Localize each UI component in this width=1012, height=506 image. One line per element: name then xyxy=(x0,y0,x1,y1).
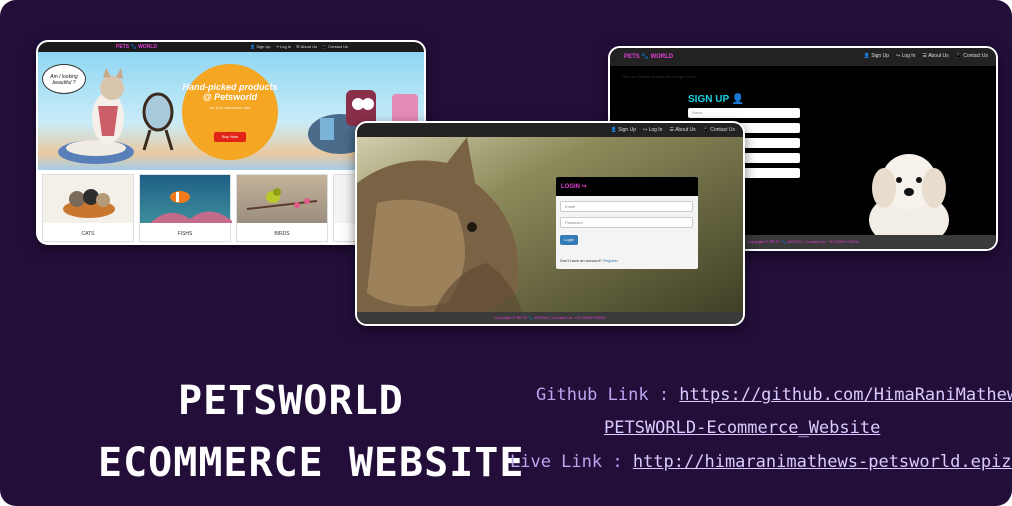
login-form: LOGIN ↪ Email Password Login Don't have … xyxy=(556,177,698,269)
breadcrumb: Get Live Rabbit Wooden Box Cage Bench xyxy=(622,74,697,79)
fish-image xyxy=(140,175,232,223)
nav-signup[interactable]: 👤 Sign Up xyxy=(864,53,889,59)
nav-signup[interactable]: 👤 Sign Up xyxy=(611,127,636,133)
login-heading: LOGIN ↪ xyxy=(556,177,698,196)
cats-image xyxy=(43,175,133,223)
project-title-line1: PETSWORLD xyxy=(178,378,404,424)
live-link-line: Live Link : http://himaranimathews-petsw… xyxy=(510,452,1012,472)
nav-contact[interactable]: 📱 Contact Us xyxy=(956,53,988,59)
nav-login[interactable]: ↪ Log In xyxy=(276,44,292,49)
speech-bubble: Am I looking beautiful ? xyxy=(42,64,86,94)
category-label: FISHS xyxy=(177,231,193,237)
category-label: BIRDS xyxy=(274,231,290,237)
github-label: Github Link : xyxy=(536,385,680,405)
nav-links: 👤 Sign Up ↪ Log In ☰ About Us 📱 Contact … xyxy=(250,44,348,49)
promo-badge: Hand-picked products @ Petsworld for you… xyxy=(182,64,278,160)
navbar: 👤 Sign Up ↪ Log In ☰ About Us 📱 Contact … xyxy=(357,123,743,137)
github-link-line2: PETSWORLD-Ecommerce_Website xyxy=(604,418,880,438)
category-cats[interactable]: CATS xyxy=(42,174,134,242)
nav-login[interactable]: ↪ Log In xyxy=(643,127,662,133)
mirror-image xyxy=(142,92,174,151)
user-plus-icon: 👤 xyxy=(731,94,745,105)
nav-signup[interactable]: 👤 Sign Up xyxy=(250,44,270,49)
nav-contact[interactable]: 📱 Contact Us xyxy=(703,127,735,133)
nav-about[interactable]: ☰ About Us xyxy=(922,53,948,59)
nav-about[interactable]: ☰ About Us xyxy=(669,127,695,133)
navbar: PETS 🐾 WORLD 👤 Sign Up ↪ Log In ☰ About … xyxy=(38,42,424,52)
brand-logo[interactable]: PETS 🐾 WORLD xyxy=(624,53,673,60)
nav-links: 👤 Sign Up ↪ Log In ☰ About Us 📱 Contact … xyxy=(611,127,735,133)
sign-in-icon: ↪ xyxy=(581,184,587,190)
project-title-line2: ECOMMERCE WEBSITE xyxy=(98,440,525,486)
category-fishs[interactable]: FISHS xyxy=(139,174,232,242)
login-button[interactable]: Login xyxy=(560,235,578,245)
brand-logo[interactable]: PETS 🐾 WORLD xyxy=(116,44,157,50)
name-field[interactable]: Name xyxy=(688,108,800,118)
puppy-image xyxy=(869,154,949,248)
nav-contact[interactable]: 📱 Contact Us xyxy=(322,44,348,49)
signup-title: SIGN UP 👤 xyxy=(688,94,745,105)
buy-now-button[interactable]: Buy Now xyxy=(214,132,246,142)
github-url-continued[interactable]: PETSWORLD-Ecommerce_Website xyxy=(604,418,880,438)
category-birds[interactable]: BIRDS xyxy=(236,174,328,242)
register-prompt: Don't have an account? Register xyxy=(560,258,618,263)
nav-about[interactable]: ☰ About Us xyxy=(296,44,317,49)
live-url[interactable]: http://himaranimathews-petsworld.epizy.c… xyxy=(633,452,1012,472)
footer: Copyright © PETS 🐾 WORLD | Contact Us: +… xyxy=(357,312,743,324)
category-label: CATS xyxy=(81,231,95,237)
project-card: PETS 🐾 WORLD 👤 Sign Up ↪ Log In ☰ About … xyxy=(0,0,1012,506)
promo-heading: Hand-picked products @ Petsworld xyxy=(182,82,278,102)
github-url[interactable]: https://github.com/HimaRaniMathews/ xyxy=(679,385,1012,405)
password-input[interactable]: Password xyxy=(560,217,693,228)
navbar: PETS 🐾 WORLD 👤 Sign Up ↪ Log In ☰ About … xyxy=(610,48,996,66)
register-link[interactable]: Register xyxy=(603,258,618,263)
github-link-line: Github Link : https://github.com/HimaRan… xyxy=(536,385,1012,405)
live-label: Live Link : xyxy=(510,452,633,472)
email-input[interactable]: Email xyxy=(560,201,693,212)
bird-image xyxy=(237,175,327,223)
nav-login[interactable]: ↪ Log In xyxy=(896,53,915,59)
promo-subheading: for your awesome cats xyxy=(209,105,251,110)
nav-links: 👤 Sign Up ↪ Log In ☰ About Us 📱 Contact … xyxy=(864,53,988,59)
login-screenshot: 👤 Sign Up ↪ Log In ☰ About Us 📱 Contact … xyxy=(355,121,745,326)
